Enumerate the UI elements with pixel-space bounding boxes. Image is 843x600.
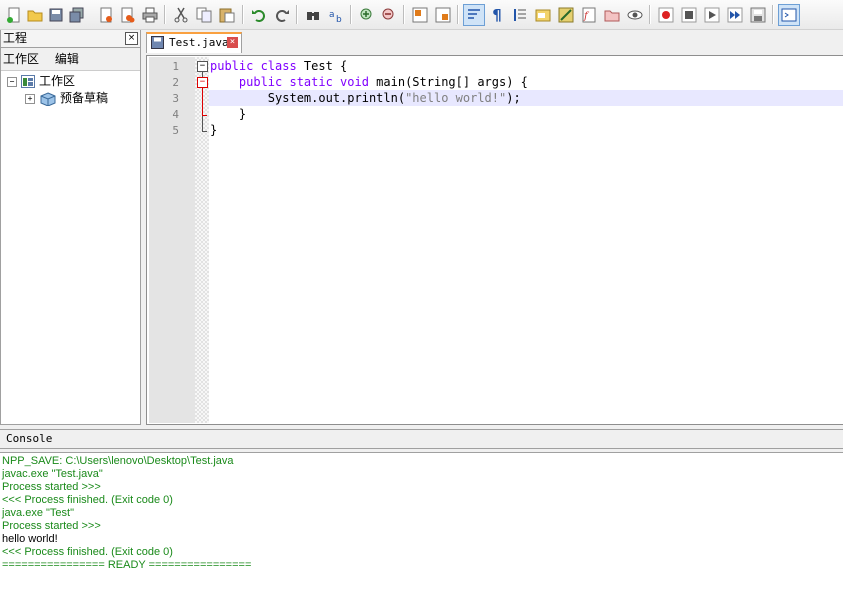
redo-icon[interactable] <box>271 4 293 26</box>
fold-collapse-icon[interactable]: − <box>197 61 208 72</box>
toolbar: ab ¶ f <box>0 0 843 30</box>
indent-guide-icon[interactable] <box>509 4 531 26</box>
tree-item-workspace[interactable]: − 工作区 <box>7 73 75 89</box>
tab-close-icon[interactable]: × <box>227 37 238 48</box>
project-tree: − 工作区 + 预备草稿 <box>1 70 140 423</box>
cut-icon[interactable] <box>170 4 192 26</box>
replace-icon[interactable]: ab <box>325 4 347 26</box>
project-cube-icon <box>40 91 56 107</box>
zoom-in-icon[interactable] <box>356 4 378 26</box>
function-list-icon[interactable]: f <box>578 4 600 26</box>
line-number: 4 <box>172 108 179 121</box>
code-line-3-current: System.out.println("hello world!"); <box>209 90 843 106</box>
play-macro-icon[interactable] <box>701 4 723 26</box>
menu-edit[interactable]: 编辑 <box>55 52 79 66</box>
stop-macro-icon[interactable] <box>678 4 700 26</box>
fold-margin: − − <box>195 57 209 423</box>
save-macro-icon[interactable] <box>747 4 769 26</box>
console-line: Process started >>> <box>2 520 101 532</box>
menu-workspace[interactable]: 工作区 <box>3 52 39 66</box>
monitor-icon[interactable] <box>624 4 646 26</box>
zoom-out-icon[interactable] <box>378 4 400 26</box>
svg-text:a: a <box>329 10 335 20</box>
doc-map-icon[interactable] <box>555 4 577 26</box>
console-line: NPP_SAVE: C:\Users\lenovo\Desktop\Test.j… <box>2 455 234 467</box>
sync-horizontal-icon[interactable] <box>432 4 454 26</box>
word-wrap-icon[interactable] <box>463 4 485 26</box>
close-icon[interactable] <box>95 4 117 26</box>
expand-icon[interactable]: + <box>25 93 35 104</box>
folder-workspace-icon[interactable] <box>601 4 623 26</box>
code-text: ); <box>506 91 521 105</box>
close-icon[interactable]: × <box>125 32 138 45</box>
console-line: ================ READY ================ <box>2 559 252 571</box>
console-line: javac.exe "Test.java" <box>2 468 103 480</box>
workspace-icon <box>21 75 35 88</box>
code-line-1: public class Test { <box>209 58 843 74</box>
sync-vertical-icon[interactable] <box>409 4 431 26</box>
code-text: Test { <box>296 59 348 73</box>
line-number: 2 <box>172 76 179 89</box>
editor-area: Test.java × 1 2 3 4 5 − − public class T… <box>146 30 843 425</box>
code-line-5: } <box>209 122 843 138</box>
code-text: } <box>210 107 247 121</box>
user-lang-icon[interactable] <box>532 4 554 26</box>
new-file-icon[interactable] <box>3 4 25 26</box>
tab-test-java[interactable]: Test.java × <box>146 32 242 53</box>
code-editor[interactable]: 1 2 3 4 5 − − public class Test { public… <box>146 55 843 425</box>
code-line-4: } <box>209 106 843 122</box>
tree-label: 预备草稿 <box>60 91 109 105</box>
run-macro-multiple-icon[interactable] <box>724 4 746 26</box>
line-number-gutter: 1 2 3 4 5 <box>149 57 195 423</box>
console-line: java.exe "Test" <box>2 507 75 519</box>
console-line: Process started >>> <box>2 481 101 493</box>
line-number: 5 <box>172 124 179 137</box>
save-all-icon[interactable] <box>66 4 88 26</box>
line-number: 1 <box>172 60 179 73</box>
code-keyword: public static void <box>238 75 369 89</box>
line-number: 3 <box>172 92 179 105</box>
collapse-icon[interactable]: − <box>7 76 17 87</box>
close-all-icon[interactable] <box>116 4 138 26</box>
code-text: } <box>210 123 218 137</box>
tree-label: 工作区 <box>39 74 76 88</box>
paste-icon[interactable] <box>216 4 238 26</box>
console-title: Console <box>6 432 53 445</box>
tab-label: Test.java <box>169 36 229 49</box>
code-string: "hello world!" <box>405 91 507 105</box>
console-output[interactable]: NPP_SAVE: C:\Users\lenovo\Desktop\Test.j… <box>0 452 843 600</box>
find-icon[interactable] <box>302 4 324 26</box>
project-panel-title-bar: 工程 × <box>1 30 140 48</box>
fold-collapse-icon[interactable]: − <box>197 77 208 88</box>
tree-item-draft[interactable]: + 预备草稿 <box>25 90 109 107</box>
print-icon[interactable] <box>139 4 161 26</box>
svg-text:b: b <box>336 15 342 23</box>
file-saved-icon <box>151 36 164 49</box>
console-line: hello world! <box>2 533 58 545</box>
code-keyword: public class <box>210 59 297 73</box>
show-all-chars-icon[interactable]: ¶ <box>486 4 508 26</box>
project-panel-title: 工程 <box>3 31 28 45</box>
project-menu: 工作区 编辑 <box>1 48 140 70</box>
code-line-2: public static void main(String[] args) { <box>209 74 843 90</box>
undo-icon[interactable] <box>248 4 270 26</box>
open-file-icon[interactable] <box>24 4 46 26</box>
console-line: <<< Process finished. (Exit code 0) <box>2 494 173 506</box>
console-icon[interactable] <box>778 4 800 26</box>
code-text: main(String[] args) { <box>368 75 528 89</box>
project-panel: 工程 × 工作区 编辑 − 工作区 + 预备草稿 <box>0 30 141 425</box>
console-line: <<< Process finished. (Exit code 0) <box>2 546 173 558</box>
copy-icon[interactable] <box>193 4 215 26</box>
code-text: System.out.println( <box>210 91 406 105</box>
record-macro-icon[interactable] <box>655 4 677 26</box>
tab-bar: Test.java × <box>146 30 843 55</box>
console-title-bar: Console <box>0 429 843 449</box>
save-icon[interactable] <box>45 4 67 26</box>
